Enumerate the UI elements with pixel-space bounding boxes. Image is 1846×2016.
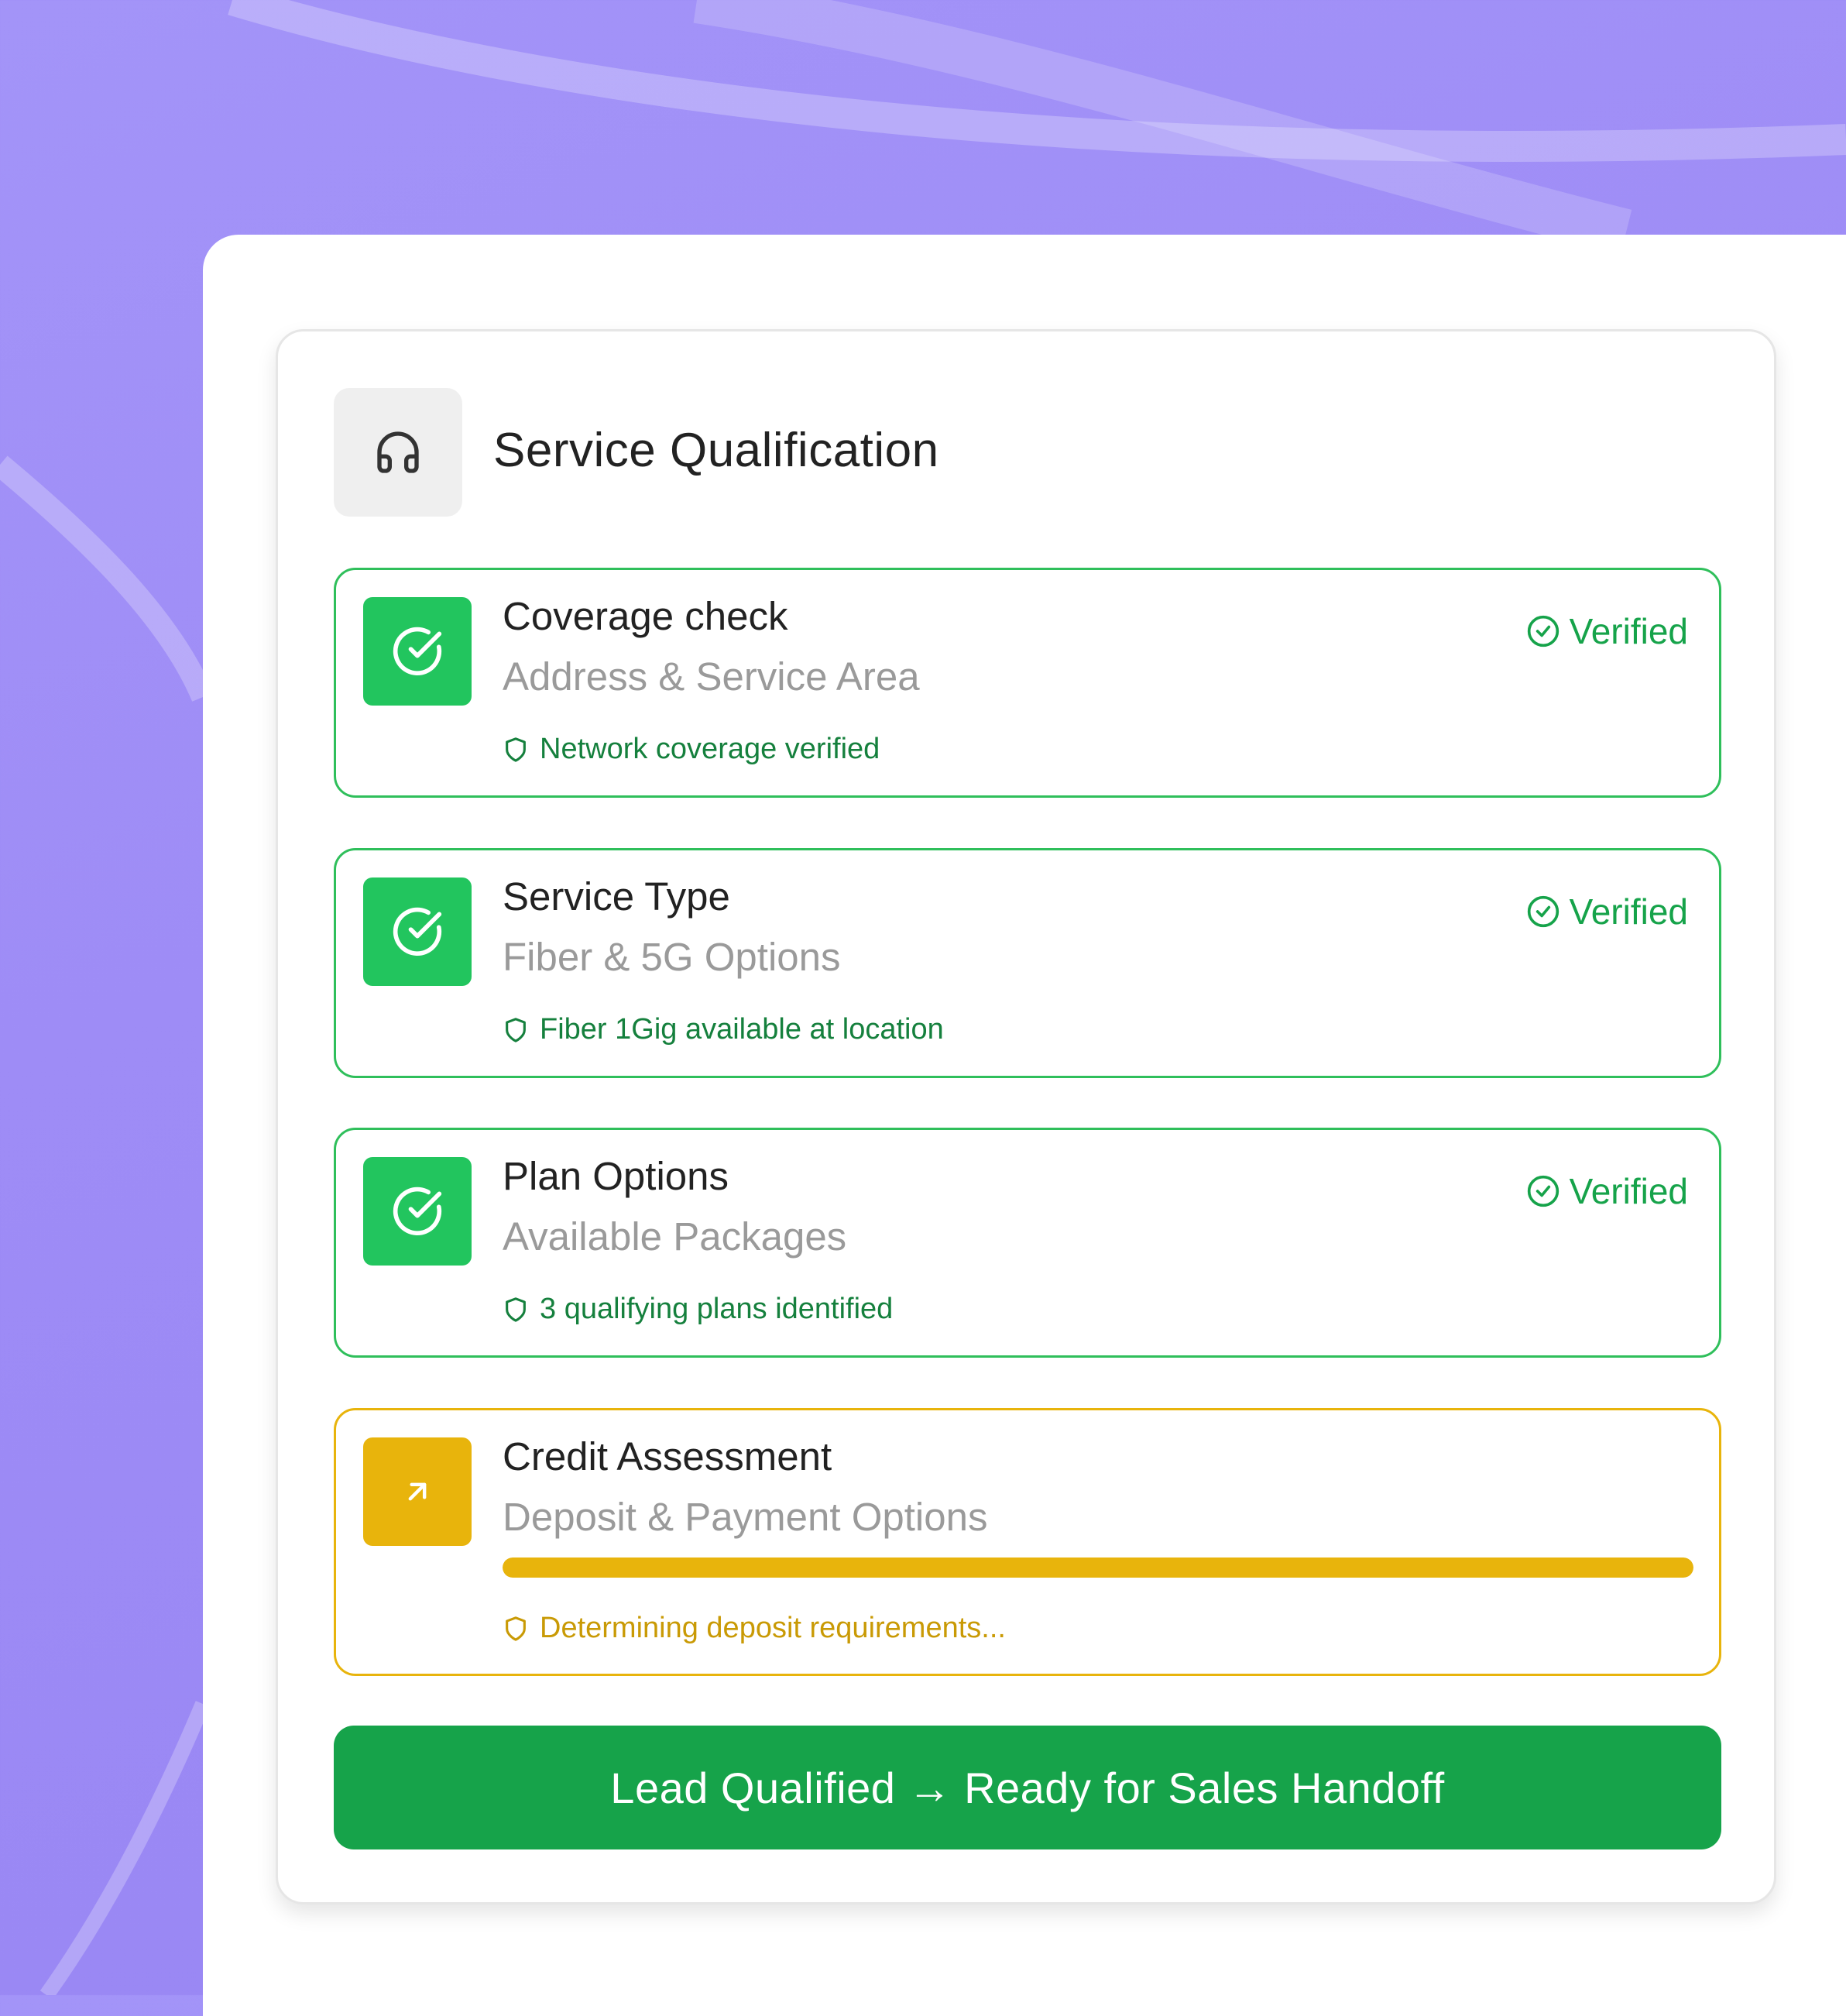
check-circle-small-icon xyxy=(1527,895,1559,928)
verified-label: Verified xyxy=(1569,891,1688,932)
check-circle-small-icon xyxy=(1527,615,1559,647)
step-note: Network coverage verified xyxy=(503,733,880,766)
check-circle-icon xyxy=(393,627,442,675)
check-circle-small-icon xyxy=(1527,1175,1559,1207)
shield-icon xyxy=(506,1616,526,1641)
service-qualification-card: Service Qualification Coverage check Add… xyxy=(276,329,1776,1904)
step-note-text: Determining deposit requirements... xyxy=(540,1612,1006,1644)
step-title: Credit Assessment xyxy=(503,1434,832,1479)
header-icon-box xyxy=(334,388,462,517)
step-credit-assessment[interactable]: Credit Assessment Deposit & Payment Opti… xyxy=(334,1408,1721,1676)
step-note: Determining deposit requirements... xyxy=(503,1612,1006,1645)
headset-icon xyxy=(377,431,419,473)
step-status-icon xyxy=(363,1437,472,1546)
step-title: Coverage check xyxy=(503,594,788,638)
progress-bar xyxy=(503,1558,1693,1578)
step-subtitle: Address & Service Area xyxy=(503,654,920,699)
verified-badge: Verified xyxy=(1526,610,1688,652)
arrow-up-right-icon xyxy=(408,1482,427,1501)
step-note-text: Network coverage verified xyxy=(540,733,880,765)
shield-icon xyxy=(506,737,526,762)
step-status-icon xyxy=(363,1157,472,1266)
step-coverage-check[interactable]: Coverage check Address & Service Area Ve… xyxy=(334,568,1721,798)
step-status-icon xyxy=(363,597,472,706)
page-title: Service Qualification xyxy=(493,424,939,477)
verified-label: Verified xyxy=(1569,611,1688,651)
step-title: Service Type xyxy=(503,874,730,919)
progress-fill xyxy=(503,1558,1693,1578)
step-title: Plan Options xyxy=(503,1154,729,1198)
step-subtitle: Available Packages xyxy=(503,1214,847,1259)
step-subtitle: Fiber & 5G Options xyxy=(503,935,841,979)
verified-badge: Verified xyxy=(1526,1170,1688,1212)
step-note-text: 3 qualifying plans identified xyxy=(540,1293,894,1325)
check-circle-icon xyxy=(393,1187,442,1235)
step-status-icon xyxy=(363,877,472,986)
step-note-text: Fiber 1Gig available at location xyxy=(540,1013,944,1046)
shield-icon xyxy=(506,1017,526,1042)
verified-badge: Verified xyxy=(1526,891,1688,932)
check-circle-icon xyxy=(393,907,442,956)
step-service-type[interactable]: Service Type Fiber & 5G Options Verified… xyxy=(334,848,1721,1078)
step-note: Fiber 1Gig available at location xyxy=(503,1013,944,1046)
shield-icon xyxy=(506,1296,526,1322)
step-subtitle: Deposit & Payment Options xyxy=(503,1495,988,1539)
step-note: 3 qualifying plans identified xyxy=(503,1293,893,1326)
lead-qualified-button[interactable]: Lead Qualified → Ready for Sales Handoff xyxy=(334,1726,1721,1849)
step-plan-options[interactable]: Plan Options Available Packages Verified… xyxy=(334,1128,1721,1358)
verified-label: Verified xyxy=(1569,1171,1688,1211)
